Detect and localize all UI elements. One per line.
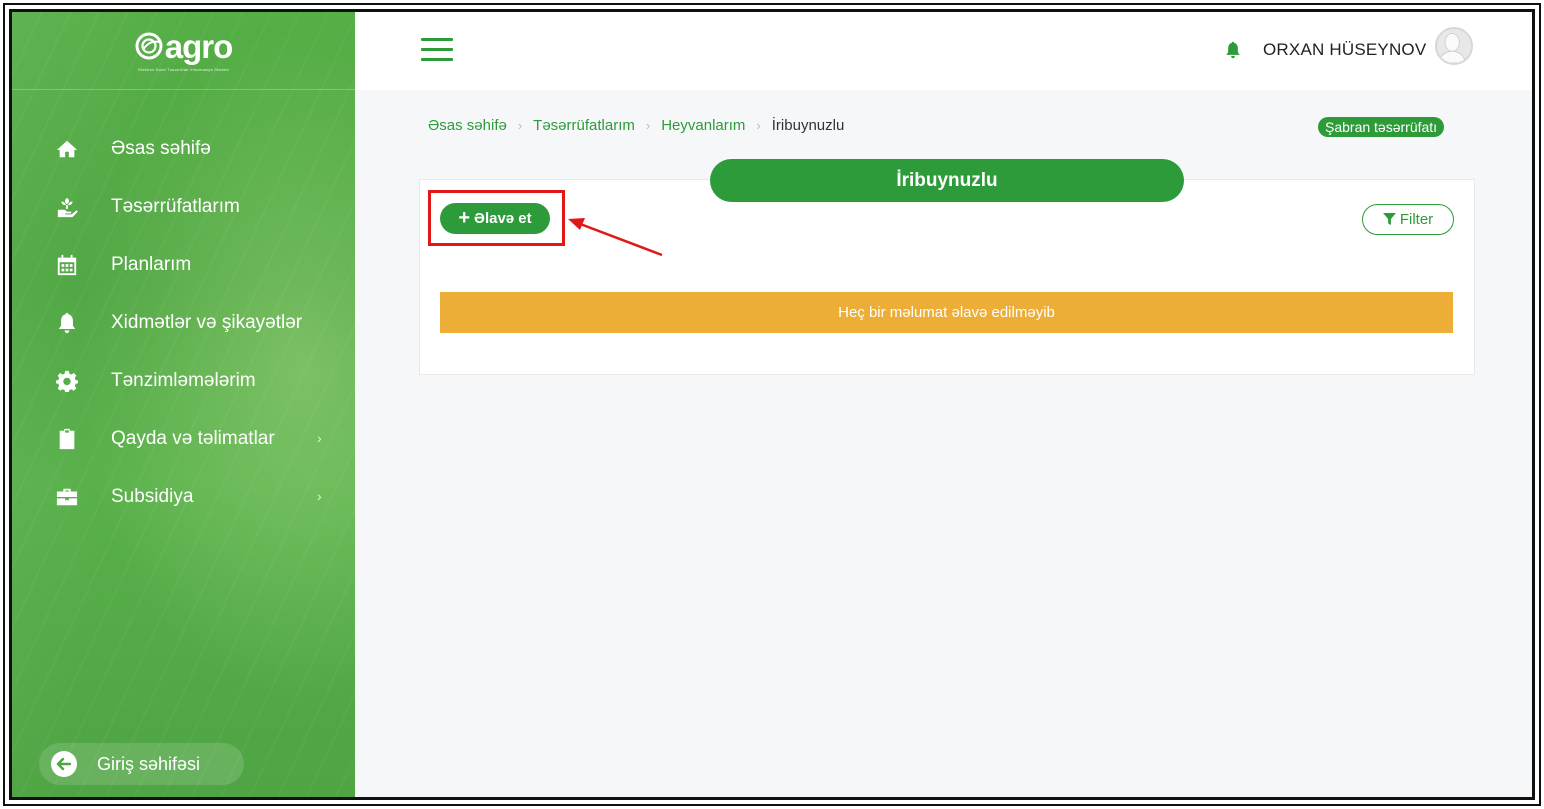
plus-icon: +	[458, 206, 471, 229]
breadcrumb-home[interactable]: Əsas səhifə	[428, 117, 507, 134]
logo-text: agro	[164, 27, 234, 65]
breadcrumb-animals[interactable]: Heyvanlarım	[661, 117, 745, 134]
calendar-icon	[55, 253, 79, 277]
main-content: ORXAN HÜSEYNOV Əsas səhifə › Təsərrüfatl…	[355, 12, 1532, 797]
sidebar-item-subsidy[interactable]: Subsidiya ›	[12, 468, 355, 526]
sidebar-item-label: Tənzimləmələrim	[111, 370, 256, 391]
red-arrow-annotation-icon	[568, 218, 663, 257]
chevron-right-icon: ›	[317, 488, 322, 505]
sidebar-item-label: Təsərrüfatlarım	[111, 196, 240, 217]
gear-icon	[55, 369, 79, 393]
sidebar-item-rules[interactable]: Qayda və təlimatlar ›	[12, 410, 355, 468]
bell-icon	[55, 311, 79, 335]
add-button[interactable]: + Əlavə et	[440, 203, 550, 234]
add-button-label: Əlavə et	[474, 210, 532, 227]
user-avatar-icon	[1438, 33, 1467, 63]
avatar[interactable]	[1435, 27, 1473, 65]
empty-state-message: Heç bir məlumat əlavə edilməyib	[440, 292, 1453, 333]
logo-subtitle: Elektron Kənd Təsərrüfatı İnformasiya Si…	[138, 66, 229, 72]
filter-button[interactable]: Filter	[1362, 204, 1454, 235]
breadcrumb-farms[interactable]: Təsərrüfatlarım	[533, 117, 635, 134]
app-window: agro Elektron Kənd Təsərrüfatı İnformasi…	[9, 9, 1535, 800]
sidebar-item-farms[interactable]: Təsərrüfatlarım	[12, 178, 355, 236]
breadcrumb: Əsas səhifə › Təsərrüfatlarım › Heyvanla…	[428, 117, 844, 134]
home-icon	[55, 137, 79, 161]
user-name[interactable]: ORXAN HÜSEYNOV	[1263, 40, 1426, 60]
briefcase-icon	[55, 485, 79, 509]
filter-icon	[1382, 213, 1396, 226]
content-card	[419, 179, 1475, 375]
breadcrumb-separator: ›	[645, 118, 651, 133]
sidebar-item-plans[interactable]: Planlarım	[12, 236, 355, 294]
login-page-button[interactable]: Giriş səhifəsi	[39, 743, 244, 785]
farm-icon	[55, 195, 79, 219]
sidebar-item-home[interactable]: Əsas səhifə	[12, 120, 355, 178]
chevron-right-icon: ›	[317, 430, 322, 447]
sidebar-item-label: Əsas səhifə	[111, 138, 211, 159]
filter-button-label: Filter	[1399, 211, 1434, 228]
arrow-left-icon	[51, 751, 77, 777]
notification-bell-icon[interactable]	[1224, 40, 1242, 60]
sidebar-item-label: Subsidiya	[111, 486, 194, 507]
sidebar-item-label: Planlarım	[111, 254, 192, 275]
breadcrumb-separator: ›	[517, 118, 523, 133]
sidebar-item-label: Qayda və təlimatlar	[111, 428, 275, 449]
login-page-label: Giriş səhifəsi	[97, 753, 201, 774]
sidebar-item-settings[interactable]: Tənzimləmələrim	[12, 352, 355, 410]
topbar: ORXAN HÜSEYNOV	[355, 12, 1532, 90]
menu-toggle-icon[interactable]	[421, 38, 453, 62]
sidebar: agro Elektron Kənd Təsərrüfatı İnformasi…	[12, 12, 355, 797]
farm-badge[interactable]: Şabran təsərrüfatı	[1318, 117, 1445, 137]
breadcrumb-separator: ›	[756, 118, 761, 133]
breadcrumb-current: İribuynuzlu	[771, 117, 845, 134]
page-title: İribuynuzlu	[710, 159, 1184, 202]
clipboard-icon	[55, 427, 79, 451]
agro-logo-icon	[135, 32, 163, 60]
sidebar-item-label: Xidmətlər və şikayətlər	[111, 312, 303, 333]
sidebar-item-services[interactable]: Xidmətlər və şikayətlər	[12, 294, 355, 352]
sidebar-nav: Əsas səhifə Təsərrüfatlarım Planlarım Xi…	[12, 90, 355, 526]
logo[interactable]: agro Elektron Kənd Təsərrüfatı İnformasi…	[12, 12, 355, 90]
